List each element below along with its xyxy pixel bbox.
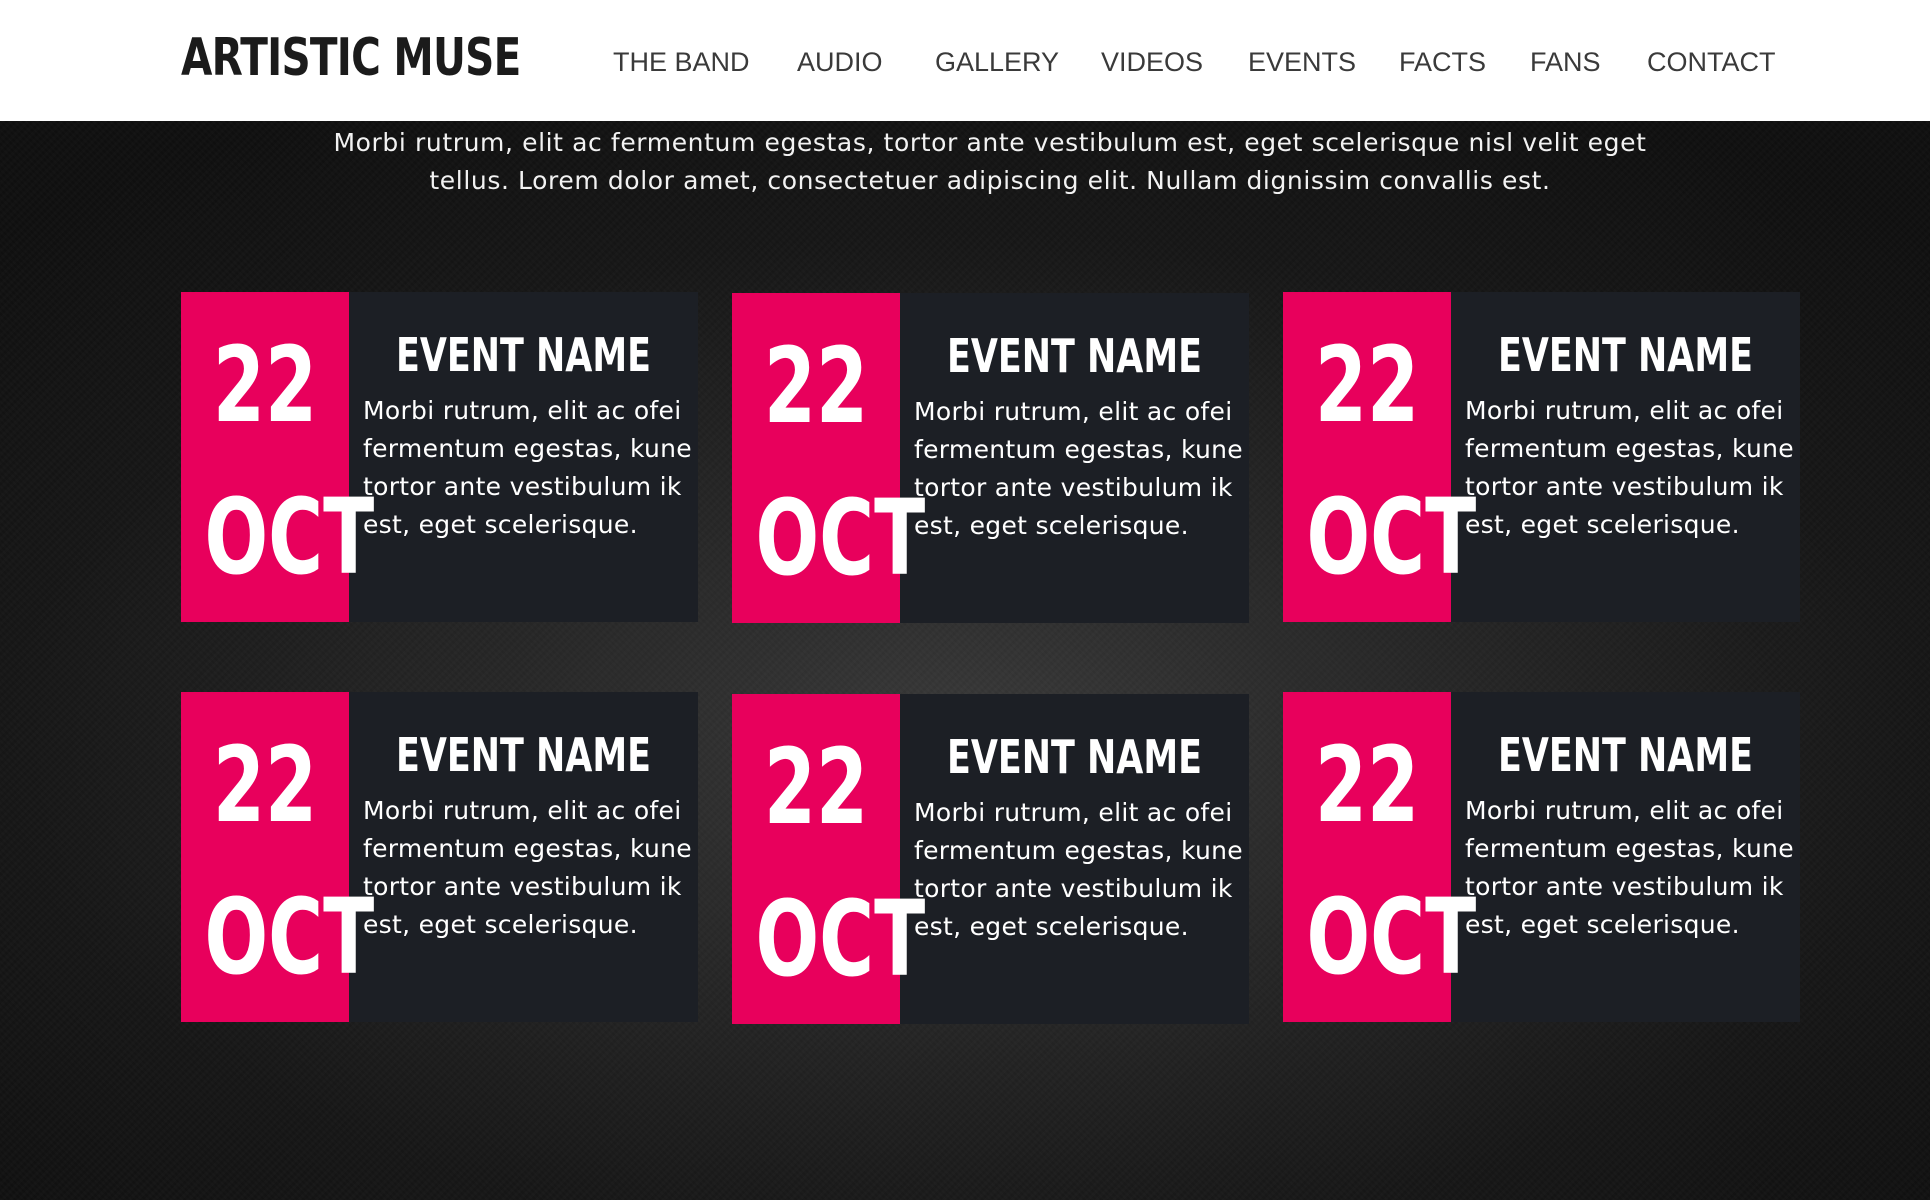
event-description: Morbi rutrum, elit ac ofei fermentum ege… [914, 798, 1243, 941]
event-date-block: 22 OCT [732, 694, 926, 1024]
event-day: 22 [212, 724, 318, 846]
event-month: OCT [204, 476, 375, 598]
event-description: Morbi rutrum, elit ac ofei fermentum ege… [1465, 396, 1794, 539]
event-card[interactable]: 22 OCT EVENT NAME Morbi rutrum, elit ac … [1283, 292, 1800, 622]
event-description: Morbi rutrum, elit ac ofei fermentum ege… [363, 796, 692, 939]
event-day: 22 [1314, 324, 1420, 446]
event-date-block: 22 OCT [181, 692, 375, 1022]
event-date-block: 22 OCT [732, 293, 926, 623]
event-month: OCT [1306, 876, 1477, 998]
nav-audio[interactable]: AUDIO [797, 44, 883, 80]
event-card[interactable]: 22 OCT EVENT NAME Morbi rutrum, elit ac … [732, 293, 1249, 623]
event-date-block: 22 OCT [1283, 692, 1477, 1022]
nav-the-band[interactable]: THE BAND [613, 44, 750, 80]
event-title: EVENT NAME [395, 728, 652, 782]
event-description: Morbi rutrum, elit ac ofei fermentum ege… [914, 397, 1243, 540]
event-description: Morbi rutrum, elit ac ofei fermentum ege… [1465, 796, 1794, 939]
event-title: EVENT NAME [395, 328, 652, 382]
event-month: OCT [755, 878, 926, 1000]
event-card[interactable]: 22 OCT EVENT NAME Morbi rutrum, elit ac … [181, 292, 698, 622]
nav-fans[interactable]: FANS [1530, 44, 1601, 80]
main-nav: THE BAND AUDIO GALLERY VIDEOS EVENTS FAC… [0, 44, 1930, 80]
event-card[interactable]: 22 OCT EVENT NAME Morbi rutrum, elit ac … [1283, 692, 1800, 1022]
nav-events[interactable]: EVENTS [1248, 44, 1356, 80]
nav-facts[interactable]: FACTS [1399, 44, 1486, 80]
site-header: ARTISTIC MUSE THE BAND AUDIO GALLERY VID… [0, 0, 1930, 121]
event-card[interactable]: 22 OCT EVENT NAME Morbi rutrum, elit ac … [732, 694, 1249, 1024]
nav-contact[interactable]: CONTACT [1647, 44, 1776, 80]
event-month: OCT [204, 876, 375, 998]
event-description: Morbi rutrum, elit ac ofei fermentum ege… [363, 396, 692, 539]
intro-text: Morbi rutrum, elit ac fermentum egestas,… [333, 128, 1647, 195]
event-month: OCT [1306, 476, 1477, 598]
event-day: 22 [763, 325, 869, 447]
event-day: 22 [212, 324, 318, 446]
event-title: EVENT NAME [946, 730, 1203, 784]
event-day: 22 [1314, 724, 1420, 846]
event-date-block: 22 OCT [1283, 292, 1477, 622]
event-title: EVENT NAME [1497, 728, 1754, 782]
nav-videos[interactable]: VIDEOS [1101, 44, 1203, 80]
event-day: 22 [763, 726, 869, 848]
event-month: OCT [755, 477, 926, 599]
event-title: EVENT NAME [946, 329, 1203, 383]
event-card[interactable]: 22 OCT EVENT NAME Morbi rutrum, elit ac … [181, 692, 698, 1022]
event-title: EVENT NAME [1497, 328, 1754, 382]
event-date-block: 22 OCT [181, 292, 375, 622]
nav-gallery[interactable]: GALLERY [935, 44, 1059, 80]
